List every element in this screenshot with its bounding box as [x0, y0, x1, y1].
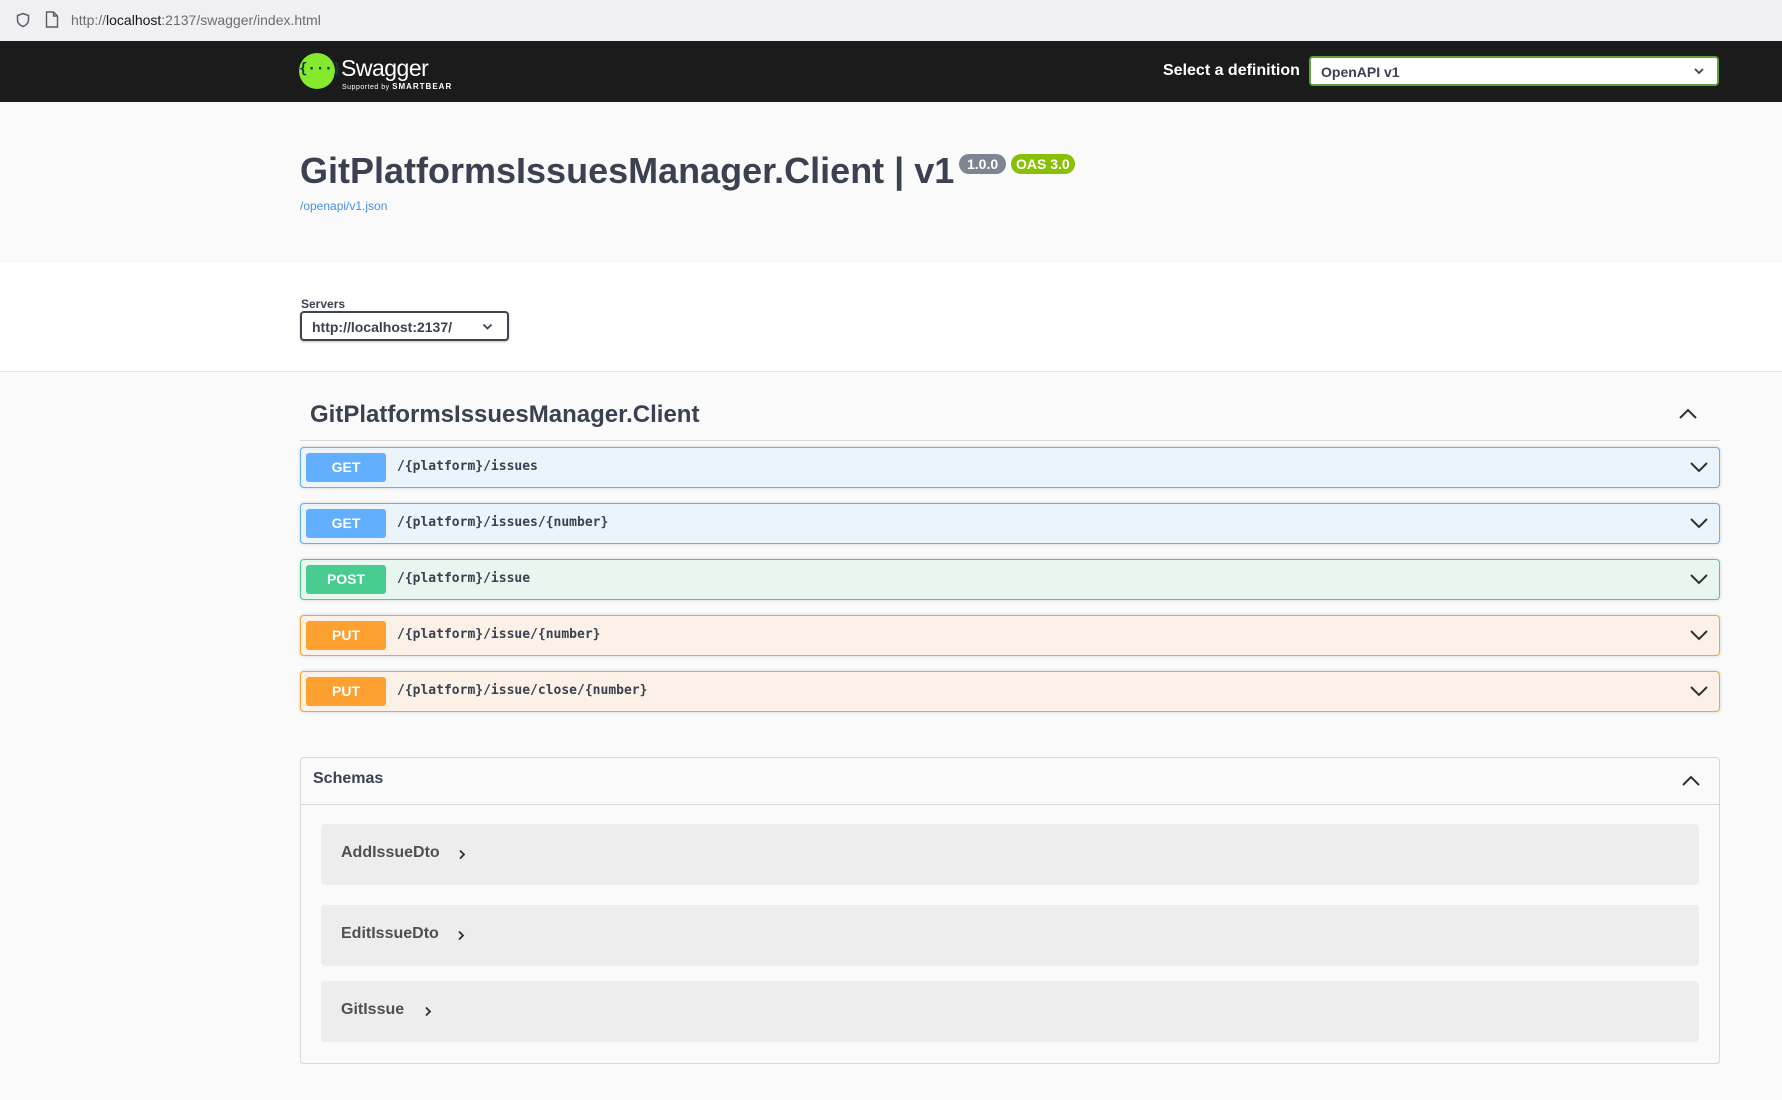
swagger-logo-icon: {···}: [299, 53, 342, 89]
chevron-down-icon[interactable]: [1689, 517, 1709, 529]
operation-put-issue[interactable]: PUT /{platform}/issue/{number}: [300, 615, 1720, 656]
url-rest: :2137/swagger/index.html: [161, 12, 321, 28]
swagger-logo-glyph: {···}: [299, 61, 342, 77]
method-badge: GET: [306, 509, 386, 538]
chevron-down-icon[interactable]: [1689, 461, 1709, 473]
chevron-down-icon: [482, 323, 493, 330]
operation-get-issue-by-number[interactable]: GET /{platform}/issues/{number}: [300, 503, 1720, 544]
chevron-down-icon: [1694, 68, 1704, 75]
page-icon: [45, 11, 59, 28]
chevron-down-icon[interactable]: [1689, 573, 1709, 585]
browser-address-bar: http://localhost:2137/swagger/index.html: [0, 0, 1782, 41]
method-badge: GET: [306, 453, 386, 482]
chevron-down-icon[interactable]: [1689, 685, 1709, 697]
chevron-right-icon[interactable]: [458, 849, 466, 860]
method-badge: POST: [306, 565, 386, 594]
logo-sub-brand: SMARTBEAR: [392, 82, 453, 91]
schema-model-gitissue[interactable]: GitIssue: [321, 981, 1699, 1042]
swagger-topbar: {···} Swagger Supported by SMARTBEAR Sel…: [0, 41, 1782, 102]
operation-path: /{platform}/issue/{number}: [397, 627, 601, 642]
url-host: localhost: [106, 12, 162, 28]
method-badge: PUT: [306, 621, 386, 650]
definition-label: Select a definition: [1163, 62, 1300, 79]
operation-post-issue[interactable]: POST /{platform}/issue: [300, 559, 1720, 600]
chevron-right-icon[interactable]: [424, 1006, 432, 1017]
servers-section: Servers http://localhost:2137/: [0, 263, 1782, 372]
chevron-up-icon[interactable]: [1681, 774, 1701, 788]
schemas-header[interactable]: Schemas: [301, 758, 1719, 805]
swagger-logo[interactable]: {···} Swagger Supported by SMARTBEAR: [299, 51, 479, 93]
logo-sub-prefix: Supported by: [342, 84, 390, 91]
operation-path: /{platform}/issues: [397, 459, 538, 474]
tag-name: GitPlatformsIssuesManager.Client: [310, 401, 700, 428]
schema-model-editissuedto[interactable]: EditIssueDto: [321, 905, 1699, 966]
shield-icon[interactable]: [15, 12, 31, 28]
swagger-logo-subtitle: Supported by SMARTBEAR: [342, 82, 452, 91]
operation-get-issues[interactable]: GET /{platform}/issues: [300, 447, 1720, 488]
api-title: GitPlatformsIssuesManager.Client | v1: [300, 150, 955, 191]
url-field[interactable]: http://localhost:2137/swagger/index.html: [71, 12, 321, 28]
url-prefix: http://: [71, 12, 107, 28]
schema-model-name: AddIssueDto: [341, 844, 440, 861]
schema-model-name: GitIssue: [341, 1001, 405, 1018]
operation-path: /{platform}/issues/{number}: [397, 515, 609, 530]
operation-path: /{platform}/issue: [397, 571, 531, 586]
chevron-down-icon[interactable]: [1689, 629, 1709, 641]
spec-link[interactable]: /openapi/v1.json: [300, 199, 387, 213]
operation-path: /{platform}/issue/close/{number}: [397, 683, 648, 698]
servers-select-value: http://localhost:2137/: [312, 319, 453, 335]
schemas-title: Schemas: [313, 770, 384, 787]
tag-section-header[interactable]: GitPlatformsIssuesManager.Client: [300, 395, 1720, 441]
servers-select[interactable]: http://localhost:2137/: [300, 311, 509, 341]
chevron-up-icon[interactable]: [1678, 407, 1698, 421]
schema-model-name: EditIssueDto: [341, 925, 439, 942]
definition-select[interactable]: OpenAPI v1: [1309, 56, 1719, 86]
chevron-right-icon[interactable]: [457, 930, 465, 941]
servers-label: Servers: [301, 297, 346, 311]
schema-model-addissuedto[interactable]: AddIssueDto: [321, 824, 1699, 885]
version-badge: 1.0.0: [959, 154, 1007, 174]
operation-put-close-issue[interactable]: PUT /{platform}/issue/close/{number}: [300, 671, 1720, 712]
method-badge: PUT: [306, 677, 386, 706]
swagger-logo-text: Swagger: [341, 55, 429, 81]
schemas-section: Schemas AddIssueDto EditIssueDto GitIssu…: [300, 757, 1720, 1064]
oas-badge: OAS 3.0: [1011, 154, 1075, 174]
definition-select-value: OpenAPI v1: [1321, 64, 1400, 80]
